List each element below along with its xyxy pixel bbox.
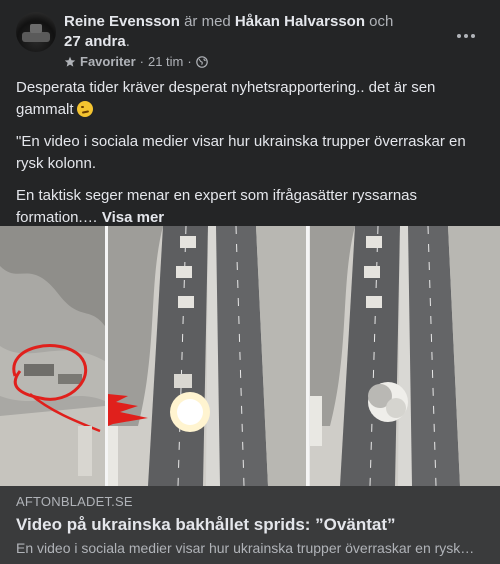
link-description: En video i sociala medier visar hur ukra… <box>16 540 478 556</box>
meta-separator-2: · <box>187 54 192 69</box>
road-convoy-illustration <box>108 226 306 486</box>
ellipsis-icon <box>456 34 477 38</box>
author-line: Reine Evensson är med Håkan Halvarsson o… <box>64 12 444 52</box>
aerial-crop-illustration <box>0 226 105 486</box>
tagged-others[interactable]: 27 andra <box>64 33 126 50</box>
see-more-link[interactable]: Visa mer <box>102 209 164 226</box>
more-options-button[interactable] <box>448 18 484 54</box>
and-text: och <box>369 13 394 30</box>
road-explosion-illustration <box>310 226 500 486</box>
post-paragraph-3: En taktisk seger menar en expert som ifr… <box>16 185 484 229</box>
with-text: är med <box>184 13 231 30</box>
post-card: Reine Evensson är med Håkan Halvarsson o… <box>0 0 500 564</box>
globe-icon[interactable] <box>195 56 208 68</box>
smirk-emoji-icon <box>76 101 93 117</box>
post-meta: Favoriter · 21 tim · <box>64 54 208 70</box>
post-paragraph-2: "En video i sociala medier visar hur ukr… <box>16 133 466 172</box>
link-domain: AFTONBLADET.SE <box>16 494 133 509</box>
image-divider-2 <box>306 226 309 486</box>
link-preview[interactable]: AFTONBLADET.SE Video på ukrainska bakhål… <box>0 486 500 564</box>
meta-separator: · <box>139 54 144 69</box>
tagged-person[interactable]: Håkan Halvarsson <box>235 13 365 30</box>
post-text: Desperata tider kräver desperat nyhetsra… <box>16 77 484 239</box>
audience-label[interactable]: Favoriter <box>80 54 136 70</box>
avatar[interactable] <box>16 12 56 52</box>
image-panel-left <box>0 226 105 486</box>
link-title[interactable]: Video på ukrainska bakhållet sprids: ”Ov… <box>16 514 395 536</box>
image-panel-middle <box>108 226 306 486</box>
post-header: Reine Evensson är med Håkan Halvarsson o… <box>16 12 484 72</box>
author-name[interactable]: Reine Evensson <box>64 13 180 30</box>
post-time[interactable]: 21 tim <box>148 54 183 70</box>
post-line-3: En taktisk seger menar en expert som ifr… <box>16 187 418 226</box>
post-paragraph-1: Desperata tider kräver desperat nyhetsra… <box>16 77 484 121</box>
period: . <box>125 33 130 50</box>
star-icon <box>64 56 76 67</box>
image-panel-right <box>310 226 500 486</box>
post-image[interactable] <box>0 226 500 486</box>
